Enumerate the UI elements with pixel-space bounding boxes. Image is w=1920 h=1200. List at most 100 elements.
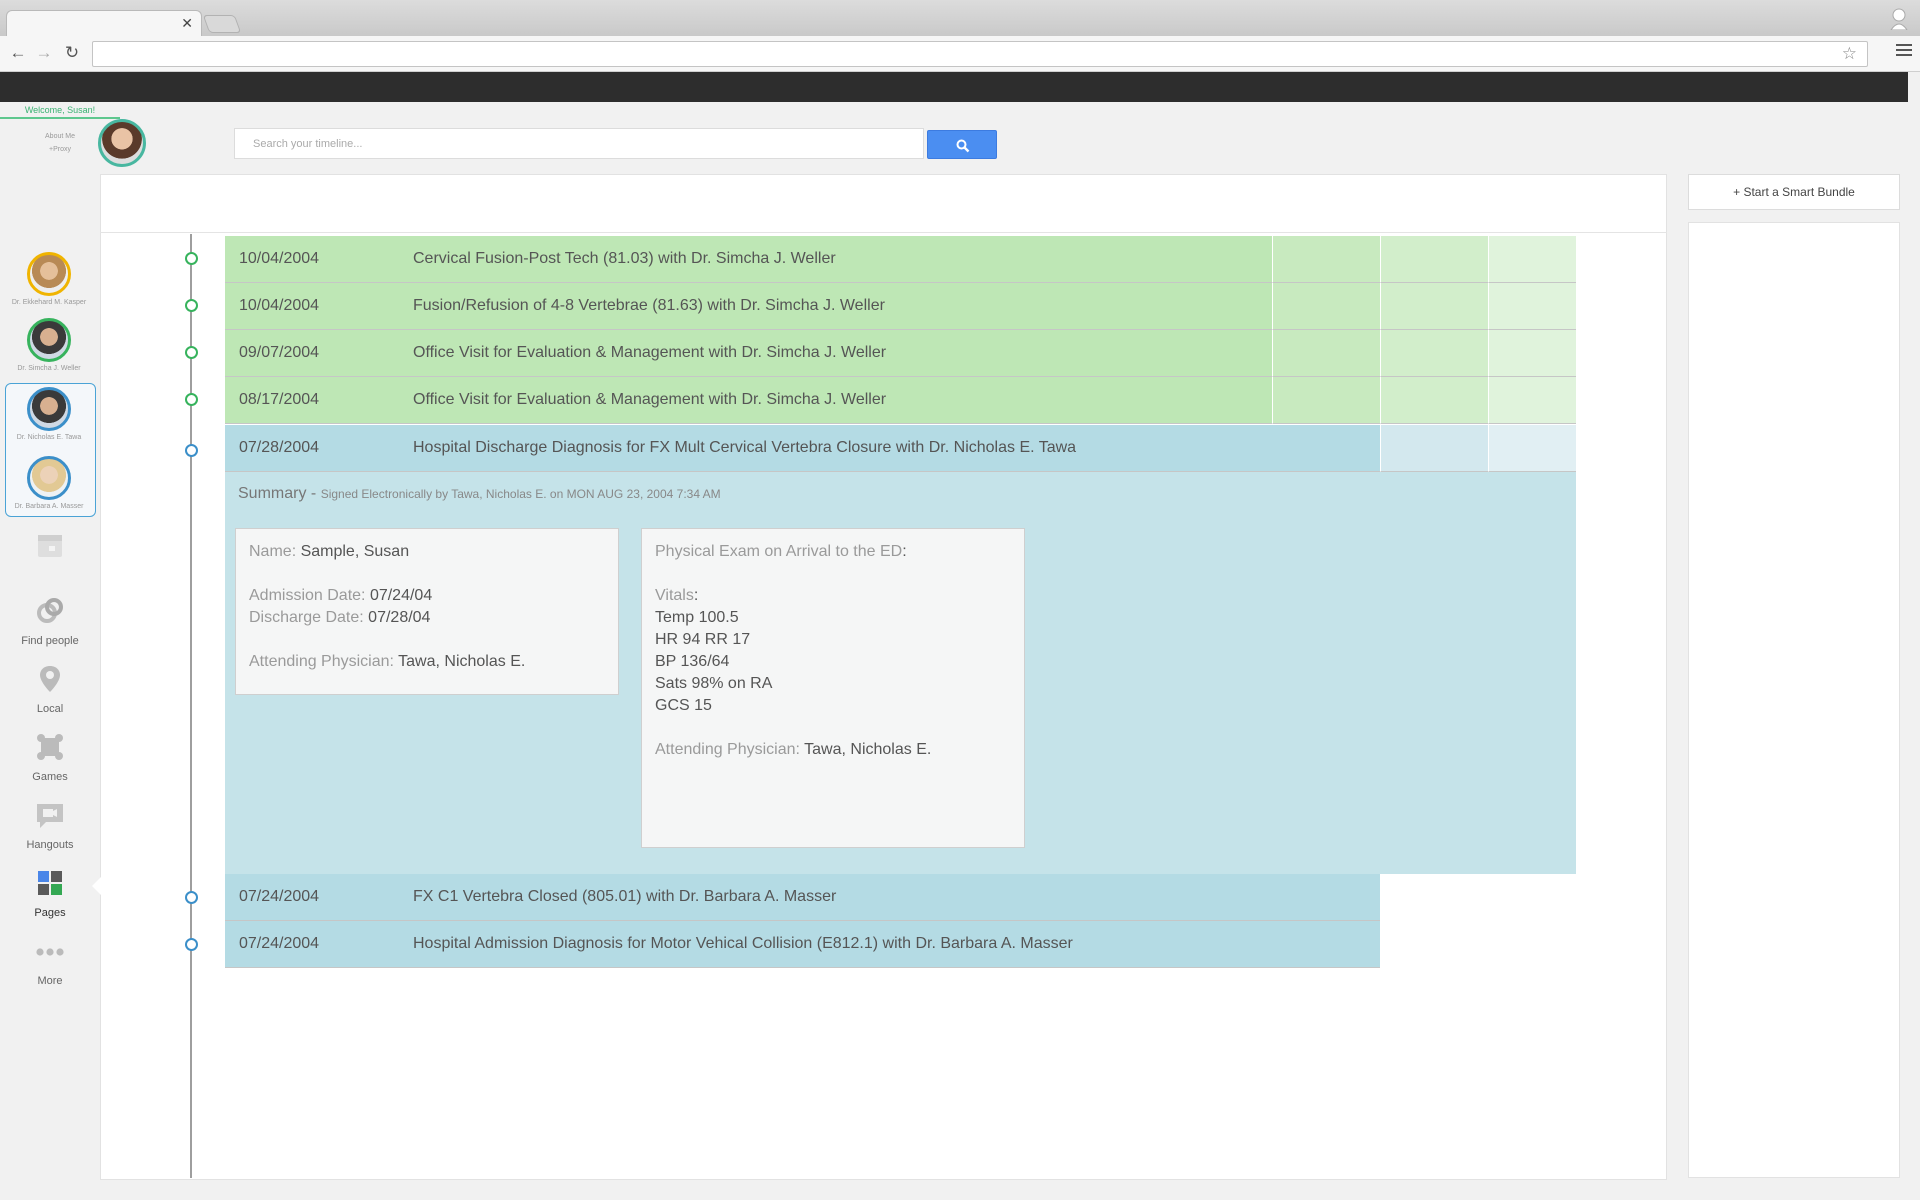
calendar-nav[interactable] [0, 530, 100, 565]
profile-icon[interactable] [1890, 8, 1908, 30]
nav-pages[interactable]: Pages [0, 868, 100, 919]
pages-icon [38, 871, 62, 895]
app-top-bar [0, 72, 1908, 102]
row-date: 07/24/2004 [239, 935, 320, 952]
find-people-icon [37, 598, 63, 623]
timeline-dot[interactable] [185, 346, 198, 359]
doctor-avatar [27, 456, 71, 500]
row-description: Office Visit for Evaluation & Management… [413, 344, 887, 361]
timeline-row[interactable]: 10/04/2004 Fusion/Refusion of 4-8 Verteb… [225, 283, 1272, 330]
row-description: Hospital Discharge Diagnosis for FX Mult… [413, 439, 1077, 456]
nav-games[interactable]: Games [0, 732, 100, 783]
back-arrow-icon[interactable]: ← [8, 43, 28, 63]
panel-header-divider [100, 232, 1667, 233]
timeline-cell [1272, 377, 1380, 424]
attending-physician: Tawa, Nicholas E. [804, 741, 932, 758]
profile-links: About Me +Proxy [40, 130, 80, 156]
nav-label: More [37, 975, 63, 987]
forward-arrow-icon[interactable]: → [34, 43, 54, 63]
timeline-search-input[interactable] [234, 128, 924, 159]
summary-panel: Summary - Signed Electronically by Tawa,… [225, 472, 1576, 874]
timeline-cell [1380, 283, 1488, 330]
doctor-name: Dr. Simcha J. Weller [17, 365, 81, 372]
doctor-weller[interactable]: Dr. Simcha J. Weller [0, 318, 98, 372]
nav-label: Hangouts [26, 839, 74, 851]
timeline-dot[interactable] [185, 444, 198, 457]
address-bar[interactable]: ☆ [92, 41, 1868, 67]
doctor-masser[interactable]: Dr. Barbara A. Masser [0, 456, 98, 510]
timeline-cell [1380, 377, 1488, 424]
timeline-cell [1488, 330, 1576, 377]
nav-more[interactable]: More [0, 936, 100, 987]
doctor-avatar [27, 252, 71, 296]
more-dots-icon [36, 948, 64, 956]
row-date: 08/17/2004 [239, 391, 320, 408]
nav-label: Find people [21, 635, 79, 647]
timeline-row[interactable]: 07/24/2004 FX C1 Vertebra Closed (805.01… [225, 874, 1380, 921]
doctor-name: Dr. Barbara A. Masser [14, 503, 84, 510]
timeline-dot[interactable] [185, 252, 198, 265]
browser-tabstrip: ✕ [0, 0, 1920, 36]
browser-menu-icon[interactable] [1896, 44, 1912, 60]
timeline-row[interactable]: 07/24/2004 Hospital Admission Diagnosis … [225, 921, 1380, 968]
user-avatar[interactable] [98, 119, 146, 167]
search-button[interactable] [927, 130, 997, 159]
row-description: FX C1 Vertebra Closed (805.01) with Dr. … [413, 888, 837, 905]
row-date: 07/28/2004 [239, 439, 320, 456]
field-label: Vitals [655, 587, 694, 604]
proxy-link[interactable]: +Proxy [40, 143, 80, 156]
nav-label: Local [36, 703, 64, 715]
nav-find-people[interactable]: Find people [0, 596, 100, 647]
nav-local[interactable]: Local [0, 664, 100, 715]
timeline-cell [1380, 425, 1488, 472]
hangouts-video-icon [37, 804, 63, 828]
patient-info-card: Name: Sample, Susan Admission Date: 07/2… [235, 528, 619, 695]
nav-hangouts[interactable]: Hangouts [0, 800, 100, 851]
browser-tab[interactable]: ✕ [6, 10, 202, 36]
timeline-cell [1488, 283, 1576, 330]
about-me-link[interactable]: About Me [40, 130, 80, 143]
row-date: 10/04/2004 [239, 297, 320, 314]
timeline-row-expanded[interactable]: 07/28/2004 Hospital Discharge Diagnosis … [225, 425, 1380, 472]
summary-title: Summary - [238, 485, 317, 502]
timeline-dot[interactable] [185, 891, 198, 904]
doctor-kasper[interactable]: Dr. Ekkehard M. Kasper [0, 252, 98, 306]
tab-close-icon[interactable]: ✕ [181, 15, 193, 32]
smart-bundle-panel [1688, 222, 1900, 1178]
timeline-dot[interactable] [185, 393, 198, 406]
row-description: Hospital Admission Diagnosis for Motor V… [413, 935, 1073, 952]
timeline-row[interactable]: 09/07/2004 Office Visit for Evaluation &… [225, 330, 1272, 377]
timeline-cell [1380, 236, 1488, 283]
doctor-tawa[interactable]: Dr. Nicholas E. Tawa [0, 387, 98, 441]
bookmark-star-icon[interactable]: ☆ [1842, 44, 1857, 64]
row-description: Office Visit for Evaluation & Management… [413, 391, 887, 408]
new-tab-button[interactable] [202, 15, 242, 33]
timeline-row[interactable]: 08/17/2004 Office Visit for Evaluation &… [225, 377, 1272, 424]
timeline-cell [1380, 330, 1488, 377]
doctor-avatar [27, 318, 71, 362]
row-date: 07/24/2004 [239, 888, 320, 905]
vital-sign: Sats 98% on RA [655, 675, 773, 692]
summary-header: Summary - Signed Electronically by Tawa,… [238, 485, 721, 503]
timeline-cell [1488, 425, 1576, 472]
timeline-cell [1272, 330, 1380, 377]
field-label: Discharge Date [249, 609, 360, 626]
vital-sign: Temp 100.5 [655, 609, 739, 626]
timeline-dot[interactable] [185, 299, 198, 312]
reload-icon[interactable]: ↻ [62, 43, 82, 63]
row-date: 10/04/2004 [239, 250, 320, 267]
welcome-underline [0, 117, 120, 119]
timeline-row[interactable]: 10/04/2004 Cervical Fusion-Post Tech (81… [225, 236, 1272, 283]
row-description: Cervical Fusion-Post Tech (81.03) with D… [413, 250, 836, 267]
games-puzzle-icon [37, 734, 63, 760]
timeline-dot[interactable] [185, 938, 198, 951]
timeline-cell [1272, 283, 1380, 330]
doctor-name: Dr. Ekkehard M. Kasper [11, 299, 87, 306]
browser-toolbar: ← → ↻ ☆ [0, 36, 1920, 72]
patient-name: Sample, Susan [300, 543, 410, 560]
start-smart-bundle-button[interactable]: + Start a Smart Bundle [1688, 174, 1900, 210]
welcome-text: Welcome, Susan! [24, 105, 96, 115]
discharge-date: 07/28/04 [368, 609, 431, 626]
attending-physician: Tawa, Nicholas E. [398, 653, 526, 670]
timeline-cell [1488, 236, 1576, 283]
